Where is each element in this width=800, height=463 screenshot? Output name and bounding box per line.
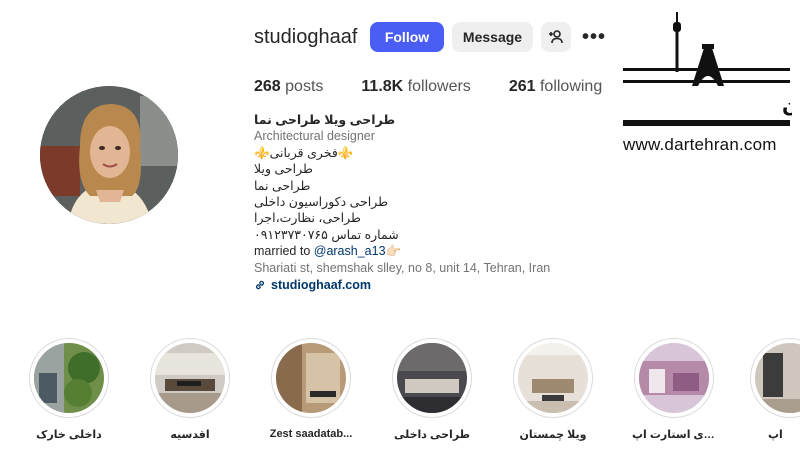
highlight-item[interactable]: اپ: [750, 338, 800, 441]
highlight-ring: [271, 338, 351, 418]
highlight-ring: [513, 338, 593, 418]
followers-label: followers: [407, 78, 471, 95]
followers-stat[interactable]: 11.8K followers: [361, 78, 470, 96]
highlight-thumbnail: [518, 343, 588, 413]
highlight-thumbnail: [276, 343, 346, 413]
posts-label: posts: [285, 78, 324, 95]
highlight-label: Zest saadatab...: [269, 428, 353, 440]
highlight-item[interactable]: طراحی داخلی: [390, 338, 474, 441]
website-url: studioghaaf.com: [271, 278, 372, 293]
highlight-label: طراحی داخلی: [393, 429, 471, 441]
following-count: 261: [508, 78, 536, 95]
username: studioghaaf: [254, 26, 358, 48]
posts-stat: 268 posts: [254, 78, 323, 96]
highlight-item[interactable]: اقدسیه: [148, 338, 232, 441]
highlight-thumbnail: [155, 343, 225, 413]
highlight-item[interactable]: ویلا چمستان: [511, 338, 595, 441]
bio-line: طراحی ویلا: [254, 162, 313, 177]
highlight-thumbnail: [755, 343, 800, 413]
bio-line: طراحی نما: [254, 178, 311, 193]
link-icon: [256, 281, 264, 290]
highlight-label: اپ: [768, 429, 783, 441]
highlight-ring: [29, 338, 109, 418]
highlight-item[interactable]: داخلی خارک: [27, 338, 111, 441]
highlight-item[interactable]: اجرای استارت اپ: [632, 338, 716, 441]
bio-category: Architectural designer: [254, 129, 375, 144]
highlight-label: اجرای استارت اپ: [632, 429, 716, 441]
posts-count: 268: [254, 78, 281, 95]
highlight-ring: [150, 338, 230, 418]
add-person-icon: [549, 30, 563, 44]
brand-text: در تهـران: [782, 93, 792, 117]
more-options-button[interactable]: •••: [580, 22, 608, 52]
bio-line: طراحی دکوراسیون داخلی: [254, 195, 389, 210]
highlight-label: داخلی خارک: [36, 429, 102, 441]
highlight-item[interactable]: Zest saadatab...: [269, 338, 353, 440]
highlight-ring: [634, 338, 714, 418]
website-link[interactable]: studioghaaf.com: [254, 277, 594, 293]
followers-count: 11.8K: [361, 78, 404, 95]
highlight-label: ویلا چمستان: [519, 429, 587, 441]
follow-button[interactable]: Follow: [370, 22, 444, 52]
bio-line: شماره تماس ۰۹۱۲۳۷۳۰۷۶۵: [254, 227, 399, 242]
highlight-ring: [392, 338, 472, 418]
message-button[interactable]: Message: [452, 22, 533, 52]
highlight-label: اقدسیه: [170, 429, 210, 441]
bio-address: Shariati st, shemshak slley, no 8, unit …: [254, 260, 551, 275]
avatar-photo: [40, 86, 178, 224]
tehran-skyline-logo: در تهـران: [623, 12, 800, 126]
profile-stats: 268 posts 11.8K followers 261 following: [254, 78, 602, 96]
bio-married-line: married to @arash_a13👉🏻: [254, 243, 594, 259]
highlight-thumbnail: [34, 343, 104, 413]
pointing-emoji: 👉🏻: [385, 244, 402, 259]
highlight-thumbnail: [397, 343, 467, 413]
bio-line: طراحی، نظارت،اجرا: [254, 211, 361, 226]
bio-line: ⚜️فخری قربانی⚜️: [254, 145, 354, 160]
following-label: following: [539, 78, 603, 95]
married-prefix: married to: [254, 244, 314, 259]
profile-bio: طراحی ویلا طراحی نما Architectural desig…: [254, 112, 594, 293]
more-icon: •••: [581, 25, 606, 48]
highlight-ring: [750, 338, 800, 418]
highlight-thumbnail: [639, 343, 709, 413]
bio-full-name: طراحی ویلا طراحی نما: [254, 113, 396, 127]
profile-avatar[interactable]: [40, 86, 178, 224]
following-stat[interactable]: 261 following: [509, 78, 602, 96]
watermark-site: www.dartehran.com: [623, 135, 777, 154]
story-highlights: داخلی خارک اقدسیه Zest saadatab... طراحی…: [0, 338, 800, 463]
suggest-accounts-button[interactable]: [541, 22, 571, 52]
mention-link[interactable]: @arash_a13: [314, 244, 386, 258]
